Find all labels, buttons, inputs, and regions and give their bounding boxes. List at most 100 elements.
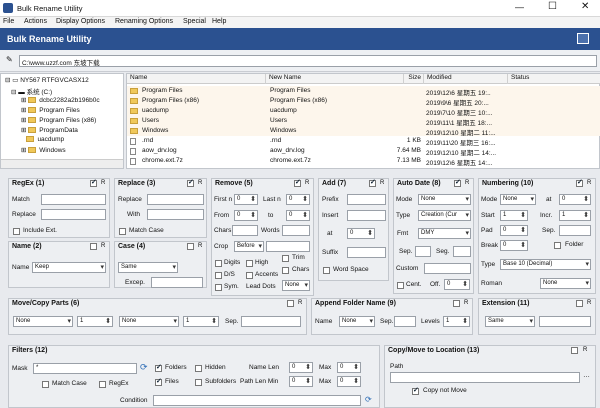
file-row[interactable]: aow_drv.log aow_drv.log 7.64 MB 2019\12\10 … <box>127 146 600 157</box>
insert-input[interactable] <box>347 210 386 221</box>
file-row[interactable]: uacdump uacdump 2019\7\10 星期三 10:... <box>127 106 600 117</box>
menu-renaming-options[interactable]: Renaming Options <box>115 18 173 25</box>
include-ext-checkbox[interactable] <box>13 228 20 235</box>
firstn-spinner[interactable]: 0 <box>234 194 258 205</box>
numbering-break-spinner[interactable]: 0 <box>500 240 528 251</box>
appendfolder-levels-spinner[interactable]: 1 <box>443 316 470 327</box>
numbering-pad-spinner[interactable]: 0 <box>500 225 528 236</box>
close-icon[interactable]: ✕ <box>581 1 589 12</box>
col-name[interactable]: Name <box>127 74 266 84</box>
browse-icon[interactable]: … <box>583 372 590 379</box>
remove-words-input[interactable] <box>282 225 310 236</box>
tree-item[interactable]: ⊟ ▬ 系统 (C:) <box>11 86 52 96</box>
numbering-incr-spinner[interactable]: 1 <box>559 210 591 221</box>
replace-input[interactable] <box>147 194 204 205</box>
file-list[interactable]: Name New Name Size Modified Status Progr… <box>126 73 600 169</box>
appendfolder-enable-checkbox[interactable] <box>453 300 460 307</box>
movecopy-select-2[interactable]: None <box>119 316 179 327</box>
tree-item[interactable]: ⊞ ProgramData <box>21 126 78 135</box>
tree-item[interactable]: uacdump <box>21 136 64 145</box>
tree-item[interactable]: ⊟ ▭ NY567 RTFGVCASX12 <box>5 76 89 85</box>
trim-checkbox[interactable] <box>282 255 289 262</box>
prefix-input[interactable] <box>347 194 386 205</box>
suffix-input[interactable] <box>347 247 386 258</box>
numbering-at-spinner[interactable]: 0 <box>559 194 591 205</box>
crop-select[interactable]: Before <box>234 241 264 252</box>
movecopy-spinner-2[interactable]: 1 <box>183 316 219 327</box>
autodate-mode-select[interactable]: None <box>418 194 471 205</box>
crop-input[interactable] <box>266 241 310 252</box>
chars-checkbox[interactable] <box>282 267 289 274</box>
with-input[interactable] <box>147 209 204 220</box>
word-space-checkbox[interactable] <box>323 267 330 274</box>
tree-scrollbar[interactable] <box>1 159 123 168</box>
movecopy-enable-checkbox[interactable] <box>287 300 294 307</box>
col-size[interactable]: Size <box>404 74 424 84</box>
regex-replace-input[interactable] <box>41 209 106 220</box>
refresh-icon[interactable]: ⟳ <box>140 362 148 373</box>
match-case-checkbox[interactable] <box>119 228 126 235</box>
name-select[interactable]: Keep <box>32 262 106 273</box>
autodate-fmt-select[interactable]: DMY <box>418 228 471 239</box>
col-modified[interactable]: Modified <box>424 74 508 84</box>
numbering-type-select[interactable]: Base 10 (Decimal) <box>500 259 591 270</box>
tree-item[interactable]: ⊞ Program Files <box>21 106 80 115</box>
file-row[interactable]: Users Users 2019\11\1 星期五 18:... <box>127 116 600 127</box>
replace-enable-checkbox[interactable] <box>187 178 194 187</box>
condition-input[interactable] <box>153 395 361 406</box>
file-row[interactable]: .rnd .rnd 1 KB 2019\11\20 星期三 16:... <box>127 136 600 147</box>
movecopy-sep-input[interactable] <box>241 316 301 327</box>
numbering-folder-checkbox[interactable] <box>554 242 561 249</box>
menu-special[interactable]: Special <box>183 18 206 25</box>
tree-item[interactable]: ⊞ Program Files (x86) <box>21 116 96 125</box>
mask-input[interactable]: * <box>33 363 137 374</box>
menu-file[interactable]: File <box>3 18 14 25</box>
condition-clear-icon[interactable]: ⟳ <box>365 395 372 404</box>
autodate-custom-input[interactable] <box>424 263 471 274</box>
copymove-enable-checkbox[interactable] <box>571 347 578 354</box>
ds-checkbox[interactable] <box>215 272 222 279</box>
autodate-seg-input[interactable] <box>453 246 471 257</box>
menu-actions[interactable]: Actions <box>24 18 47 25</box>
pathlen-spinner[interactable]: 0 <box>289 376 313 387</box>
copymove-path-input[interactable] <box>390 372 580 383</box>
add-enable-checkbox[interactable] <box>369 178 376 187</box>
col-newname[interactable]: New Name <box>266 74 404 84</box>
extension-input[interactable] <box>539 316 591 327</box>
autodate-type-select[interactable]: Creation (Cur <box>418 210 471 221</box>
extension-select[interactable]: Same <box>485 316 535 327</box>
numbering-sep-input[interactable] <box>559 225 591 236</box>
numbering-enable-checkbox[interactable] <box>576 178 583 187</box>
tree-item[interactable]: ⊞ dcbc2282a2b196b0c <box>21 96 100 105</box>
autodate-sep-input[interactable] <box>415 246 431 257</box>
remove-enable-checkbox[interactable] <box>294 178 301 187</box>
menu-help[interactable]: Help <box>212 18 226 25</box>
folder-tree[interactable]: ⊟ ▭ NY567 RTFGVCASX12 ⊟ ▬ 系统 (C:) ⊞ dcbc… <box>0 73 124 169</box>
sym-checkbox[interactable] <box>215 284 222 291</box>
appendfolder-name-select[interactable]: None <box>339 316 375 327</box>
tree-item[interactable]: ⊞ Windows <box>21 146 66 155</box>
autodate-enable-checkbox[interactable] <box>454 178 461 187</box>
lastn-spinner[interactable]: 0 <box>286 194 310 205</box>
case-excep-input[interactable] <box>151 277 203 288</box>
menu-display-options[interactable]: Display Options <box>56 18 105 25</box>
file-row[interactable]: Windows Windows 2019\12\10 星期二 11:... <box>127 126 600 137</box>
hidden-checkbox[interactable] <box>195 365 202 372</box>
lead-dots-select[interactable]: None <box>282 280 310 291</box>
name-enable-checkbox[interactable] <box>90 243 97 250</box>
path-input[interactable]: C:\www.uzzf.com 东坡下载 <box>19 55 597 67</box>
regex-match-input[interactable] <box>41 194 106 205</box>
copy-not-move-checkbox[interactable] <box>412 386 419 395</box>
case-enable-checkbox[interactable] <box>187 243 194 250</box>
movecopy-spinner-1[interactable]: 1 <box>77 316 113 327</box>
subfolders-checkbox[interactable] <box>195 379 202 386</box>
remove-chars-input[interactable] <box>232 225 258 236</box>
file-row[interactable]: Program Files Program Files 2019\12\6 星期五 … <box>127 86 600 97</box>
maximize-icon[interactable]: ☐ <box>548 1 557 12</box>
appendfolder-sep-input[interactable] <box>394 316 416 327</box>
pin-icon[interactable]: ✎ <box>6 55 13 64</box>
regex-reset[interactable]: R <box>101 180 105 186</box>
from-spinner[interactable]: 0 <box>234 210 258 221</box>
high-checkbox[interactable] <box>246 260 253 267</box>
case-select[interactable]: Same <box>118 262 178 273</box>
